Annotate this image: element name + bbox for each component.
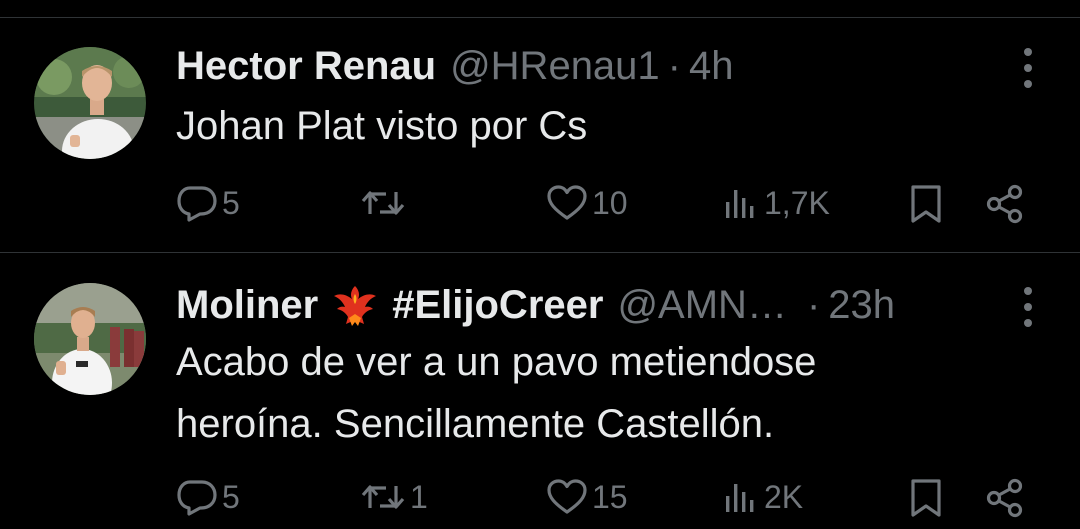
author-name[interactable]: Moliner bbox=[176, 283, 318, 328]
reply-count: 5 bbox=[222, 478, 240, 515]
tweet-header: Hector Renau @HRenau1 · 4h bbox=[176, 38, 734, 94]
avatar[interactable] bbox=[34, 47, 146, 159]
author-handle[interactable]: @HRenau1 bbox=[450, 44, 660, 89]
reply-icon bbox=[177, 186, 217, 222]
bookmark-button[interactable] bbox=[907, 478, 945, 518]
bookmark-button[interactable] bbox=[907, 184, 945, 224]
tweet-item[interactable]: Moliner #ElijoCreer @AMN… · 23h Acabo de… bbox=[0, 253, 1080, 529]
tweet-text: Johan Plat visto por Cs bbox=[176, 104, 588, 148]
retweet-button[interactable] bbox=[360, 184, 410, 222]
reply-icon bbox=[177, 480, 217, 516]
like-button[interactable]: 15 bbox=[546, 478, 628, 516]
views-button[interactable]: 1,7K bbox=[722, 184, 830, 222]
timestamp[interactable]: 23h bbox=[828, 283, 895, 328]
views-icon bbox=[726, 190, 754, 218]
tweet-text-line: heroína. Sencillamente Castellón. bbox=[176, 402, 775, 446]
reply-button[interactable]: 5 bbox=[176, 184, 240, 222]
retweet-icon bbox=[361, 191, 405, 215]
phoenix-icon bbox=[330, 280, 380, 330]
like-count: 10 bbox=[592, 184, 628, 221]
separator-dot: · bbox=[806, 282, 821, 327]
share-button[interactable] bbox=[985, 184, 1025, 224]
more-options-icon[interactable] bbox=[1022, 287, 1034, 327]
tweet-item[interactable]: Hector Renau @HRenau1 · 4h Johan Plat vi… bbox=[0, 18, 1080, 252]
author-name[interactable]: Hector Renau bbox=[176, 44, 436, 89]
share-icon bbox=[986, 184, 1023, 224]
views-button[interactable]: 2K bbox=[722, 478, 803, 516]
retweet-icon bbox=[361, 485, 405, 509]
share-button[interactable] bbox=[985, 478, 1025, 518]
heart-icon bbox=[547, 185, 587, 220]
views-count: 1,7K bbox=[764, 184, 830, 221]
share-icon bbox=[986, 478, 1023, 518]
bookmark-icon bbox=[911, 479, 941, 517]
like-count: 15 bbox=[592, 478, 628, 515]
author-handle[interactable]: @AMN… bbox=[617, 283, 787, 328]
timestamp[interactable]: 4h bbox=[689, 44, 734, 89]
retweet-button[interactable]: 1 bbox=[360, 478, 428, 516]
heart-icon bbox=[547, 479, 587, 514]
reply-count: 5 bbox=[222, 184, 240, 221]
reply-button[interactable]: 5 bbox=[176, 478, 240, 516]
views-count: 2K bbox=[764, 478, 804, 515]
bookmark-icon bbox=[911, 185, 941, 223]
separator-dot: · bbox=[667, 43, 681, 88]
author-hashtag[interactable]: #ElijoCreer bbox=[392, 283, 603, 328]
retweet-count: 1 bbox=[410, 478, 428, 515]
avatar[interactable] bbox=[34, 283, 146, 395]
tweet-text: Acabo de ver a un pavo metiendose heroín… bbox=[176, 331, 1036, 455]
views-icon bbox=[726, 484, 754, 512]
like-button[interactable]: 10 bbox=[546, 184, 628, 222]
tweet-text-line: Acabo de ver a un pavo metiendose bbox=[176, 340, 817, 384]
more-options-icon[interactable] bbox=[1022, 48, 1034, 88]
tweet-header: Moliner #ElijoCreer @AMN… · 23h bbox=[176, 277, 895, 333]
